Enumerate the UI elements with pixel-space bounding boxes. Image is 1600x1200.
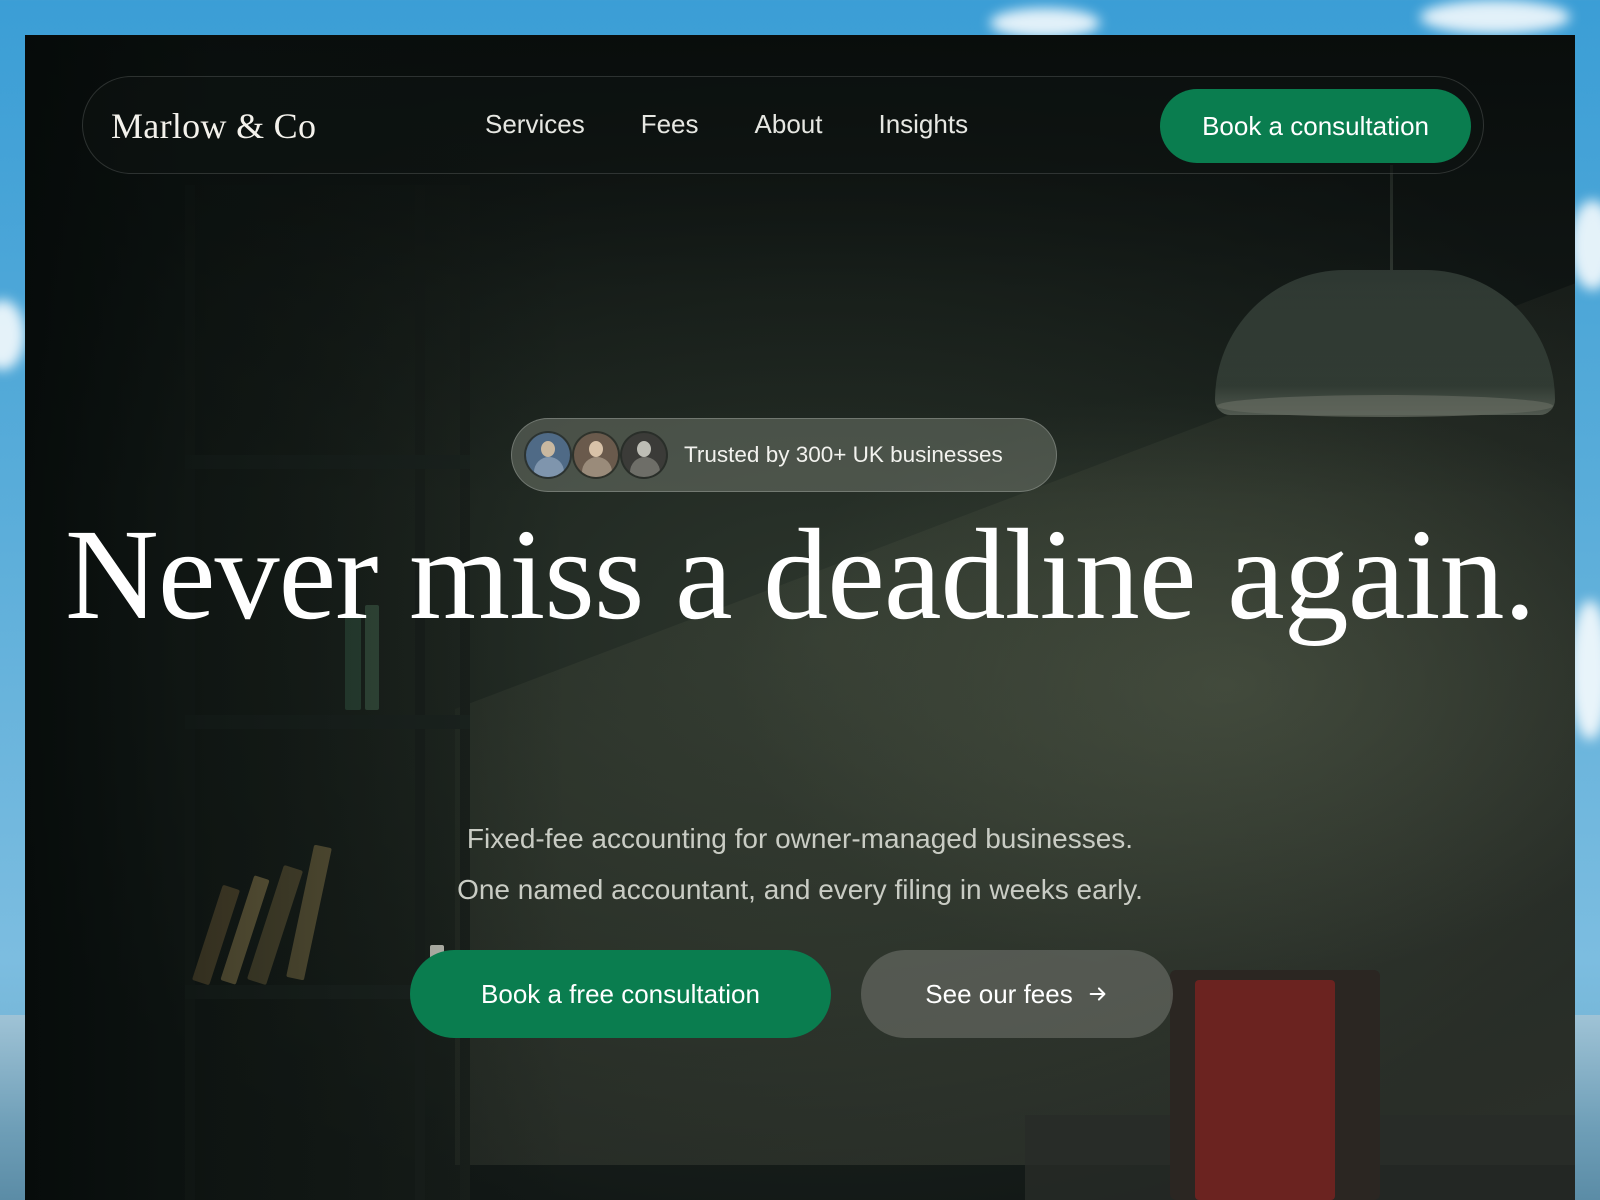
avatar xyxy=(620,431,668,479)
hero-cta-row: Book a free consultation See our fees xyxy=(410,950,1173,1038)
nav-link-fees[interactable]: Fees xyxy=(641,109,699,140)
top-navigation: Marlow & Co Services Fees About Insights… xyxy=(82,76,1484,174)
trust-badge-text: Trusted by 300+ UK businesses xyxy=(684,442,1003,467)
book-free-consultation-button[interactable]: Book a free consultation xyxy=(410,950,831,1038)
cloud xyxy=(0,300,25,370)
see-fees-label: See our fees xyxy=(925,978,1073,1009)
hero-title: Never miss a deadline again. xyxy=(64,503,1536,647)
nav-links: Services Fees About Insights xyxy=(485,109,968,140)
nav-link-about[interactable]: About xyxy=(755,109,823,140)
avatar xyxy=(524,431,572,479)
arrow-right-icon xyxy=(1089,987,1106,1001)
hero-subtitle-line: Fixed-fee accounting for owner-managed b… xyxy=(466,823,1134,854)
website-frame: Marlow & Co Services Fees About Insights… xyxy=(25,35,1575,1200)
nav-link-services[interactable]: Services xyxy=(485,109,585,140)
book-consultation-button[interactable]: Book a consultation xyxy=(1160,89,1471,163)
brand-logo[interactable]: Marlow & Co xyxy=(111,105,316,147)
hero-subtitle: Fixed-fee accounting for owner-managed b… xyxy=(25,813,1575,915)
trust-badge: Trusted by 300+ UK businesses xyxy=(511,418,1057,492)
cloud xyxy=(990,8,1100,38)
avatar xyxy=(572,431,620,479)
hero-subtitle-line: One named accountant, and every filing i… xyxy=(457,874,1143,905)
nav-link-insights[interactable]: Insights xyxy=(878,109,968,140)
see-fees-button[interactable]: See our fees xyxy=(861,950,1173,1038)
cloud xyxy=(1420,0,1570,34)
